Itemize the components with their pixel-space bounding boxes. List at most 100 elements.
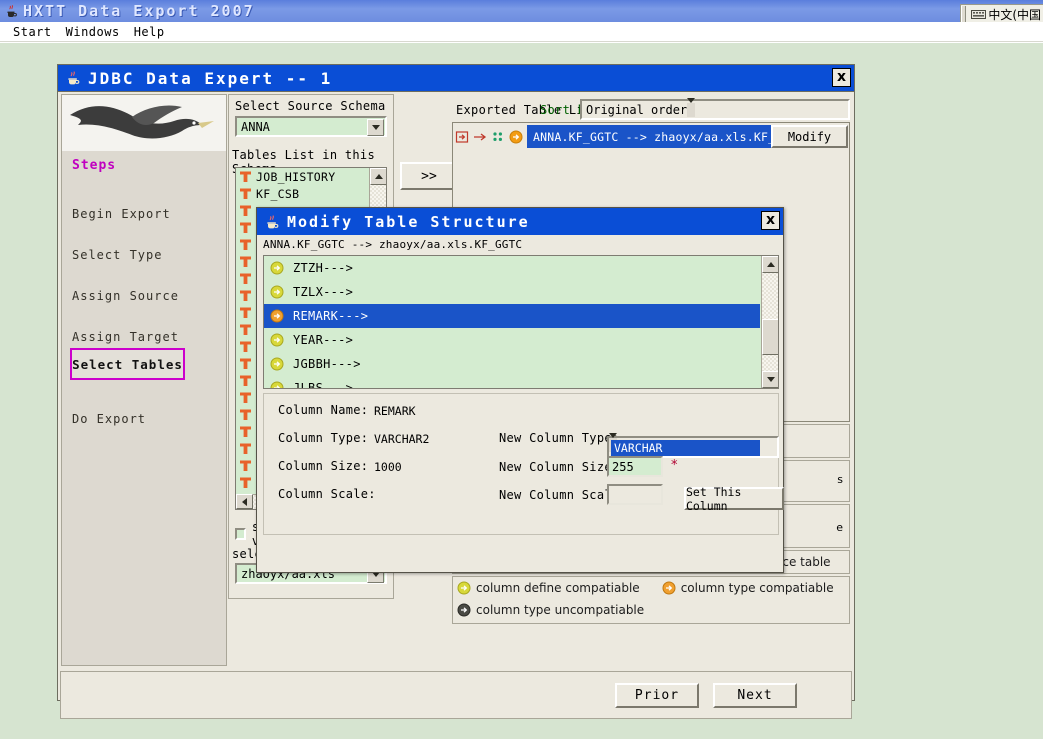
eagle-logo-image [62, 95, 226, 151]
close-icon[interactable]: x [832, 68, 851, 87]
green-dots-icon [491, 130, 505, 144]
new-column-type-label: New Column Type: [499, 431, 619, 445]
column-name-value: REMARK [374, 404, 416, 418]
next-button[interactable]: Next [713, 683, 797, 708]
column-size-label: Column Size: [278, 459, 368, 473]
column-mapping-list[interactable]: ZTZH---> TZLX---> REMARK---> YEAR---> JG… [263, 255, 779, 389]
sidebar-item-begin-export[interactable]: Begin Export [72, 207, 171, 221]
column-mapping-label: ZTZH---> [293, 261, 353, 275]
language-label: 中文(中国 [988, 6, 1041, 23]
scroll-up-icon[interactable] [370, 168, 387, 185]
column-type-value: VARCHAR2 [374, 432, 429, 446]
menu-item-help[interactable]: Help [127, 24, 172, 40]
table-icon [239, 272, 252, 285]
column-properties-form: Column Name: REMARK Column Type: VARCHAR… [263, 393, 779, 535]
column-mapping-row[interactable]: REMARK---> [264, 304, 760, 328]
orange-circle-arrow-icon [662, 581, 676, 595]
legend-hidden-fragment-2: e [836, 521, 843, 534]
new-column-type-value: VARCHAR [611, 440, 760, 456]
list-item[interactable]: JOB_HISTORY [236, 168, 369, 185]
yellow-circle-arrow-icon [457, 581, 471, 595]
column-list-vscrollbar[interactable] [761, 256, 778, 388]
java-cup-icon [3, 3, 19, 19]
table-icon [239, 255, 252, 268]
sidebar-item-assign-source[interactable]: Assign Source [72, 289, 179, 303]
column-mapping-row[interactable]: JGBBH---> [264, 352, 760, 376]
set-this-column-button[interactable]: Set This Column [684, 487, 784, 510]
modify-button[interactable]: Modify [771, 125, 848, 148]
table-icon [239, 204, 252, 217]
column-mapping-label: REMARK---> [293, 309, 368, 323]
scroll-thumb[interactable] [762, 319, 779, 355]
sidebar-item-select-tables[interactable]: Select Tables [70, 348, 185, 380]
wizard-footer: Prior Next [60, 671, 852, 719]
language-bar[interactable]: 中文(中国 [960, 4, 1043, 24]
column-mapping-label: JGBBH---> [293, 357, 361, 371]
steps-heading: Steps [72, 158, 116, 173]
sort-by-select[interactable]: Original order [580, 99, 850, 120]
close-icon[interactable]: x [761, 211, 780, 230]
table-row-label[interactable]: ANNA.KF_GGTC --> zhaoyx/aa.xls.KF_GGTC [527, 125, 771, 148]
column-mapping-row[interactable]: ZTZH---> [264, 256, 760, 280]
arrow-right-icon [473, 130, 487, 144]
yellow-circle-arrow-icon [270, 285, 284, 299]
legend-item-type-uncompatible: column type uncompatiable [453, 599, 849, 621]
modify-table-structure-dialog: Modify Table Structure x ANNA.KF_GGTC --… [256, 207, 784, 573]
new-column-size-label: New Column Size: [499, 460, 619, 474]
orange-circle-arrow-icon [509, 130, 523, 144]
table-icon [239, 442, 252, 455]
column-mapping-row[interactable]: JLBS---> [264, 376, 760, 389]
dark-circle-arrow-icon [457, 603, 471, 617]
column-type-label: Column Type: [278, 431, 368, 445]
required-asterisk: * [671, 458, 678, 473]
import-table-icon [455, 130, 469, 144]
modify-dialog-titlebar[interactable]: Modify Table Structure x [257, 208, 783, 235]
table-icon [239, 289, 252, 302]
main-window-title: JDBC Data Expert -- 1 [88, 69, 332, 88]
drag-grip[interactable] [961, 6, 966, 22]
legend-label-type-uncompatible: column type uncompatiable [476, 603, 644, 617]
sort-by-value: Original order [586, 103, 687, 117]
table-icon [239, 323, 252, 336]
modify-dialog-subtitle: ANNA.KF_GGTC --> zhaoyx/aa.xls.KF_GGTC [263, 238, 522, 251]
add-to-export-button[interactable]: >> [400, 162, 458, 190]
table-row[interactable]: ANNA.KF_GGTC --> zhaoyx/aa.xls.KF_GGTC M… [455, 125, 848, 148]
java-cup-icon [64, 69, 82, 87]
scroll-down-icon[interactable] [762, 371, 779, 388]
list-item[interactable]: KF_CSB [236, 185, 369, 202]
table-icon [239, 408, 252, 421]
column-name-label: Column Name: [278, 403, 368, 417]
new-column-scale-input[interactable] [607, 484, 663, 505]
show-tables-and-views-checkbox[interactable] [235, 528, 246, 540]
table-icon [239, 306, 252, 319]
keyboard-icon [971, 8, 986, 21]
legend-box-compat: column define compatiable column type co… [452, 576, 850, 624]
column-mapping-label: YEAR---> [293, 333, 353, 347]
source-schema-select[interactable]: ANNA [235, 116, 387, 137]
os-title: HXTT Data Export 2007 [23, 2, 255, 20]
sidebar-item-assign-target[interactable]: Assign Target [72, 330, 179, 344]
table-icon [239, 459, 252, 472]
table-icon [239, 340, 252, 353]
java-cup-icon [263, 213, 281, 231]
scroll-left-icon[interactable] [236, 494, 253, 509]
column-mapping-row[interactable]: YEAR---> [264, 328, 760, 352]
desktop-background: JDBC Data Expert -- 1 x Steps Begin Expo… [0, 43, 1043, 739]
column-mapping-row[interactable]: TZLX---> [264, 280, 760, 304]
main-window-titlebar[interactable]: JDBC Data Expert -- 1 x [58, 65, 854, 92]
scroll-up-icon[interactable] [762, 256, 779, 273]
menu-item-windows[interactable]: Windows [59, 24, 127, 40]
source-schema-value: ANNA [241, 120, 270, 134]
prior-button[interactable]: Prior [615, 683, 699, 708]
sidebar-item-select-type[interactable]: Select Type [72, 248, 162, 262]
new-column-type-select[interactable]: VARCHAR [607, 436, 779, 458]
legend-label-type-compatible: column type compatiable [681, 581, 834, 595]
new-column-size-input[interactable]: 255 [607, 456, 663, 477]
yellow-circle-arrow-icon [270, 357, 284, 371]
column-mapping-label: JLBS---> [293, 381, 353, 389]
sidebar-item-do-export[interactable]: Do Export [72, 412, 146, 426]
chevron-down-icon[interactable] [367, 119, 384, 136]
chevron-down-icon[interactable] [687, 103, 695, 117]
menu-item-start[interactable]: Start [6, 24, 59, 40]
menubar: Start Windows Help [0, 22, 1043, 42]
